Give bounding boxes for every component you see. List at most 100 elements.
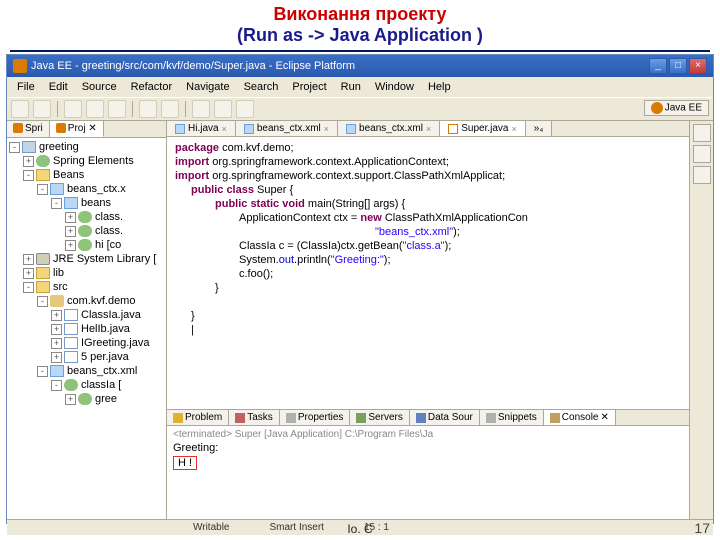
- window-buttons: _ □ ×: [649, 58, 707, 74]
- tree-lib[interactable]: +lib: [9, 266, 164, 280]
- toolbar-sep2: [132, 101, 133, 117]
- menu-search[interactable]: Search: [238, 79, 285, 95]
- menu-help[interactable]: Help: [422, 79, 457, 95]
- tab-datasource[interactable]: Data Sour: [410, 410, 480, 425]
- tab-beans1[interactable]: beans_ctx.xml×: [236, 121, 338, 136]
- close-icon[interactable]: ×: [222, 124, 227, 134]
- right-minimized-pane: [689, 121, 713, 519]
- perspective-switcher[interactable]: Java EE: [644, 100, 709, 116]
- outline-restore-button[interactable]: [693, 124, 711, 142]
- tab-spring[interactable]: Spri: [7, 121, 50, 137]
- tree-igreeting[interactable]: +IGreeting.java: [9, 336, 164, 350]
- tree-classia-node[interactable]: -classIa [: [9, 378, 164, 392]
- slide-divider: [10, 50, 710, 52]
- work-area: Spri Proj ✕ -greeting +Spring Elements -…: [7, 121, 713, 519]
- slide-title: Виконання проекту (Run as -> Java Applic…: [0, 0, 720, 50]
- code-editor[interactable]: package com.kvf.demo; import org.springf…: [167, 137, 689, 409]
- spring-icon: [13, 123, 23, 133]
- console-view[interactable]: <terminated> Super [Java Application] C:…: [167, 426, 689, 519]
- tab-tasks[interactable]: Tasks: [229, 410, 280, 425]
- tab-console[interactable]: Console ✕: [544, 410, 616, 425]
- slide-title-en: (Run as -> Java Application ): [237, 25, 483, 45]
- menu-edit[interactable]: Edit: [43, 79, 74, 95]
- tree-class-a[interactable]: +class.: [9, 210, 164, 224]
- save-button[interactable]: [33, 100, 51, 118]
- tree-beans-node[interactable]: -beans: [9, 196, 164, 210]
- tab-properties[interactable]: Properties: [280, 410, 351, 425]
- perspective-label: Java EE: [665, 103, 702, 114]
- tree-beans[interactable]: -Beans: [9, 168, 164, 182]
- toolbar-sep3: [185, 101, 186, 117]
- close-icon[interactable]: ×: [426, 124, 431, 134]
- tree-green[interactable]: +gree: [9, 392, 164, 406]
- menu-window[interactable]: Window: [369, 79, 420, 95]
- tree-beans-file[interactable]: -beans_ctx.x: [9, 182, 164, 196]
- console-terminated: <terminated> Super [Java Application] C:…: [173, 429, 683, 440]
- tab-super[interactable]: Super.java×: [440, 121, 526, 136]
- tree-super[interactable]: +5 per.java: [9, 350, 164, 364]
- eclipse-window: Java EE - greeting/src/com/kvf/demo/Supe…: [6, 54, 714, 524]
- console-highlight: H !: [173, 456, 197, 470]
- page-number: 17: [694, 520, 710, 536]
- tree-classia[interactable]: +ClassIa.java: [9, 308, 164, 322]
- tree-root[interactable]: -greeting: [9, 140, 164, 154]
- tab-more[interactable]: »₄: [526, 121, 553, 136]
- editor-area: Hi.java× beans_ctx.xml× beans_ctx.xml× S…: [167, 121, 689, 519]
- project-icon: [56, 123, 66, 133]
- status-insert: Smart Insert: [270, 522, 324, 533]
- tree-beansxml[interactable]: -beans_ctx.xml: [9, 364, 164, 378]
- close-icon[interactable]: ×: [511, 124, 516, 134]
- tree-src[interactable]: -src: [9, 280, 164, 294]
- editor-tabs: Hi.java× beans_ctx.xml× beans_ctx.xml× S…: [167, 121, 689, 137]
- project-explorer: Spri Proj ✕ -greeting +Spring Elements -…: [7, 121, 167, 519]
- tab-beans2[interactable]: beans_ctx.xml×: [338, 121, 440, 136]
- tree-pkg[interactable]: -com.kvf.demo: [9, 294, 164, 308]
- main-toolbar: Java EE: [7, 97, 713, 121]
- new-class-button[interactable]: [161, 100, 179, 118]
- status-writable: Writable: [193, 522, 230, 533]
- nav-back-button[interactable]: [214, 100, 232, 118]
- close-icon[interactable]: ×: [324, 124, 329, 134]
- toolbar-sep: [57, 101, 58, 117]
- menu-run[interactable]: Run: [335, 79, 367, 95]
- tree-hi[interactable]: +hi [co: [9, 238, 164, 252]
- debug-button[interactable]: [64, 100, 82, 118]
- menu-project[interactable]: Project: [286, 79, 332, 95]
- tab-project[interactable]: Proj ✕: [50, 121, 104, 137]
- tab-problems[interactable]: Problem: [167, 410, 229, 425]
- window-title: Java EE - greeting/src/com/kvf/demo/Supe…: [31, 60, 355, 72]
- close-button[interactable]: ×: [689, 58, 707, 74]
- menu-bar: File Edit Source Refactor Navigate Searc…: [7, 77, 713, 97]
- new-button[interactable]: [11, 100, 29, 118]
- menu-file[interactable]: File: [11, 79, 41, 95]
- restore-button-3[interactable]: [693, 166, 711, 184]
- nav-fwd-button[interactable]: [236, 100, 254, 118]
- restore-button-2[interactable]: [693, 145, 711, 163]
- tree-class-b[interactable]: +class.: [9, 224, 164, 238]
- slide-footer: Io. C: [347, 522, 372, 536]
- new-pkg-button[interactable]: [139, 100, 157, 118]
- menu-navigate[interactable]: Navigate: [180, 79, 235, 95]
- bottom-tabs: Problem Tasks Properties Servers Data So…: [167, 410, 689, 426]
- slide-title-uk: Виконання проекту: [273, 4, 446, 24]
- app-icon: [13, 59, 27, 73]
- ext-tools-button[interactable]: [108, 100, 126, 118]
- minimize-button[interactable]: _: [649, 58, 667, 74]
- tree-jre[interactable]: +JRE System Library [: [9, 252, 164, 266]
- window-titlebar: Java EE - greeting/src/com/kvf/demo/Supe…: [7, 55, 713, 77]
- menu-source[interactable]: Source: [76, 79, 123, 95]
- tab-hi[interactable]: Hi.java×: [167, 121, 236, 136]
- tree-spring[interactable]: +Spring Elements: [9, 154, 164, 168]
- run-button[interactable]: [86, 100, 104, 118]
- tree-helib[interactable]: +HelIb.java: [9, 322, 164, 336]
- tab-snippets[interactable]: Snippets: [480, 410, 544, 425]
- maximize-button[interactable]: □: [669, 58, 687, 74]
- menu-refactor[interactable]: Refactor: [125, 79, 179, 95]
- search-button[interactable]: [192, 100, 210, 118]
- bottom-panel: Problem Tasks Properties Servers Data So…: [167, 409, 689, 519]
- tab-servers[interactable]: Servers: [350, 410, 409, 425]
- explorer-tabs: Spri Proj ✕: [7, 121, 166, 138]
- console-line1: Greeting:: [173, 442, 683, 454]
- javaee-icon: [651, 102, 663, 114]
- project-tree[interactable]: -greeting +Spring Elements -Beans -beans…: [7, 138, 166, 519]
